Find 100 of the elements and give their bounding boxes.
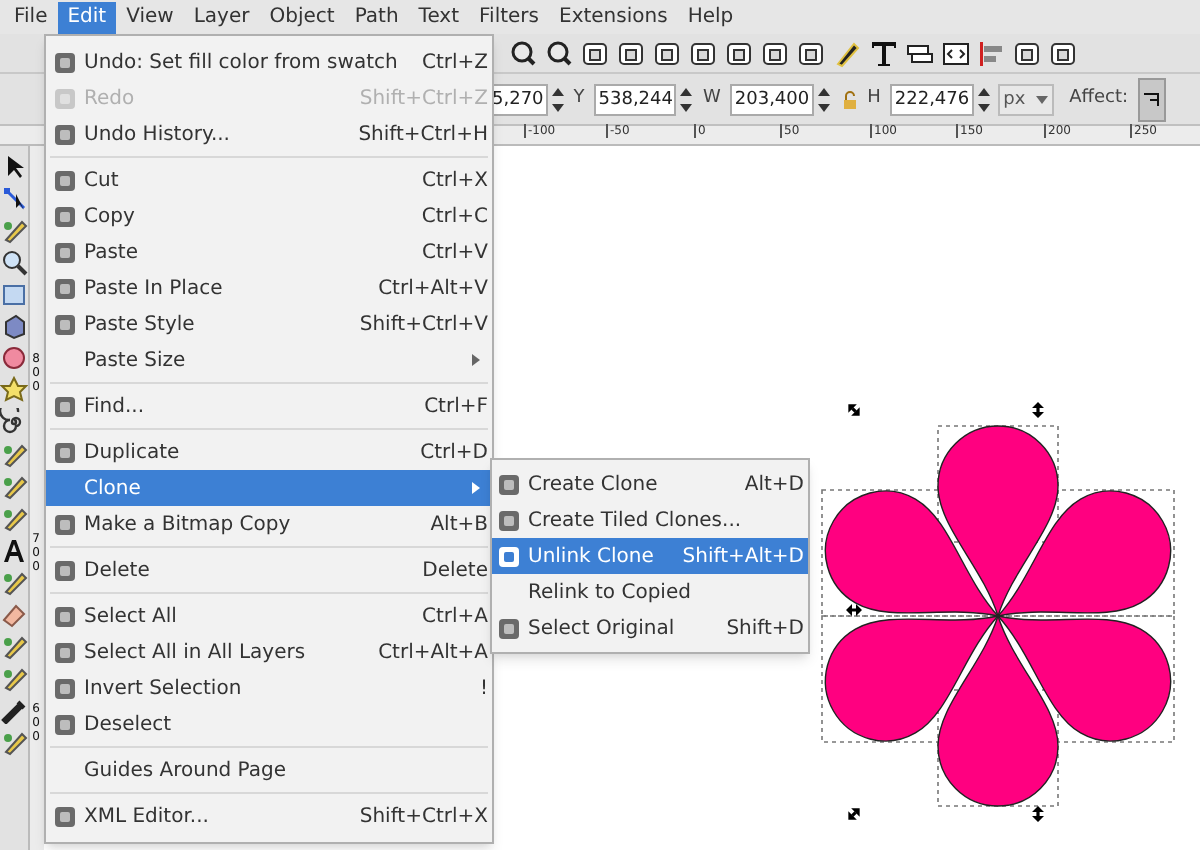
menu-item[interactable]: Undo: Set fill color from swatch Ctrl+Z [46,44,492,80]
number-field[interactable]: 222,476 [890,83,974,115]
menu-item[interactable]: Deselect [46,706,492,742]
square-icon [498,509,520,531]
menu-item[interactable]: Paste Size [46,342,492,378]
pen-icon[interactable] [834,39,862,67]
star-icon[interactable] [0,376,28,404]
lock-icon[interactable] [841,89,858,109]
pencil-icon[interactable] [0,568,28,596]
field-label: Y [571,85,587,112]
menu-title[interactable]: Filters [469,2,549,34]
menu-item[interactable]: Paste Ctrl+V [46,234,492,270]
affect-label: Affect: [1069,85,1129,112]
menu-item[interactable]: Create Tiled Clones... [492,502,808,538]
text-tool-icon[interactable] [870,39,898,67]
menu-item[interactable]: Copy Ctrl+C [46,198,492,234]
rectangle-icon[interactable] [0,280,28,308]
menu-title[interactable]: Path [344,2,409,34]
spinner-arrows-icon[interactable] [680,85,693,113]
square-icon [54,241,76,263]
menu-title[interactable]: Extensions [549,2,678,34]
menu-title[interactable]: Layer [183,2,260,34]
menu-item[interactable]: XML Editor... Shift+Ctrl+X [46,798,492,834]
spinner-arrows-icon[interactable] [817,85,830,113]
square-icon[interactable] [654,39,682,67]
menu-title[interactable]: Edit [57,2,117,34]
square-icon[interactable] [762,39,790,67]
node-icon[interactable] [0,184,28,212]
square-icon[interactable] [690,39,718,67]
menu-item[interactable]: Delete Delete [46,552,492,588]
pencil-icon[interactable] [0,472,28,500]
number-field[interactable]: 538,244 [594,83,677,115]
menu-item[interactable]: Unlink Clone Shift+Alt+D [492,538,808,574]
menu-item[interactable]: Make a Bitmap Copy Alt+B [46,506,492,542]
dropdown-arrow-icon [1035,95,1048,103]
square-icon [54,641,76,663]
square-icon [54,87,76,109]
scale-icon [1144,91,1161,107]
square-icon [54,205,76,227]
pencil-icon[interactable] [0,632,28,660]
pencil-icon[interactable] [0,440,28,468]
xml-icon[interactable] [942,39,970,67]
eraser-icon[interactable] [0,600,28,628]
menu-item[interactable]: Select All Ctrl+A [46,598,492,634]
square-icon[interactable] [798,39,826,67]
square-icon [54,313,76,335]
square-icon [54,277,76,299]
menu-item[interactable]: Find... Ctrl+F [46,388,492,424]
pencil-icon[interactable] [0,664,28,692]
menu-item[interactable]: Clone [46,470,492,506]
square-icon[interactable] [582,39,610,67]
menu-item[interactable]: Invert Selection ! [46,670,492,706]
circle-icon[interactable] [0,344,28,372]
menu-title[interactable]: Help [677,2,744,34]
square-icon[interactable] [726,39,754,67]
text-tool-icon[interactable] [0,536,28,564]
align-icon[interactable] [978,39,1006,67]
caret-icon [472,482,480,494]
menu-item[interactable]: Create Clone Alt+D [492,466,808,502]
menu-title[interactable]: File [4,2,58,34]
caret-icon [472,354,480,366]
square-icon [54,123,76,145]
square-icon [54,51,76,73]
menu-item[interactable]: Undo History... Shift+Ctrl+H [46,116,492,152]
menu-title[interactable]: Text [408,2,470,34]
number-field[interactable]: 203,400 [730,83,814,115]
menu-item[interactable]: Relink to Copied [492,574,808,610]
zoom-icon[interactable] [510,39,538,67]
square-icon [54,805,76,827]
number-field[interactable]: 5,270 [488,83,548,115]
affect-toggle-button[interactable] [1138,77,1167,121]
dropper-icon[interactable] [0,696,28,724]
menu-title[interactable]: View [116,2,184,34]
menu-item[interactable]: Guides Around Page [46,752,492,788]
spinner-arrows-icon[interactable] [551,85,564,113]
pencil-icon[interactable] [0,504,28,532]
square-icon [54,559,76,581]
pencil-icon[interactable] [0,216,28,244]
square-icon [498,473,520,495]
menu-item[interactable]: Select Original Shift+D [492,610,808,646]
square-icon [54,513,76,535]
square-icon [498,617,520,639]
menu-item[interactable]: Paste In Place Ctrl+Alt+V [46,270,492,306]
square-icon[interactable] [1014,39,1042,67]
zoom-icon[interactable] [0,248,28,276]
menu-item[interactable]: Cut Ctrl+X [46,162,492,198]
cube-icon[interactable] [0,312,28,340]
square-icon [54,169,76,191]
menu-item[interactable]: Select All in All Layers Ctrl+Alt+A [46,634,492,670]
square-icon[interactable] [618,39,646,67]
spinner-arrows-icon[interactable] [977,85,990,113]
menu-item[interactable]: Paste Style Shift+Ctrl+V [46,306,492,342]
menu-item[interactable]: Duplicate Ctrl+D [46,434,492,470]
square-icon [54,713,76,735]
pencil-icon[interactable] [0,728,28,756]
unit-dropdown[interactable]: px [997,83,1054,115]
layers-icon[interactable] [906,39,934,67]
menu-title[interactable]: Object [259,2,345,34]
zoom-icon[interactable] [546,39,574,67]
square-icon[interactable] [1050,39,1078,67]
